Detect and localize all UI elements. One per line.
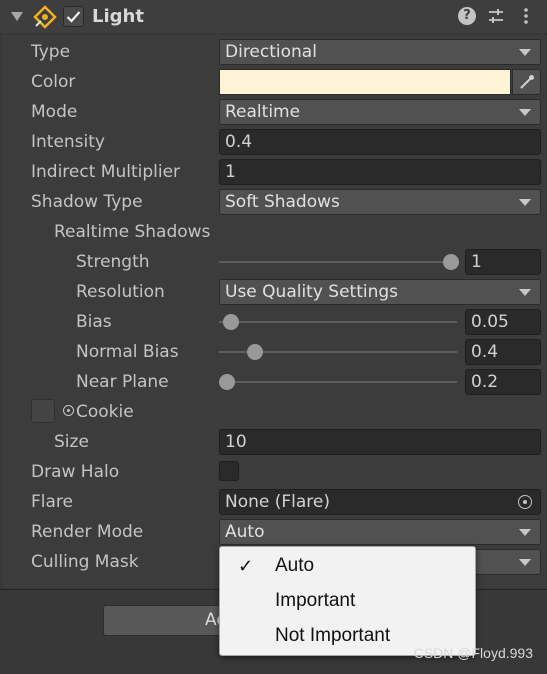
menu-item-auto[interactable]: ✓ Auto <box>220 549 475 583</box>
near-plane-slider-handle[interactable] <box>219 374 235 390</box>
render-mode-dropdown[interactable]: Auto <box>219 519 541 545</box>
draw-halo-label: Draw Halo <box>31 462 120 482</box>
near-plane-slider-track[interactable] <box>219 381 457 383</box>
object-picker-icon[interactable] <box>63 405 74 416</box>
strength-slider-track[interactable] <box>219 261 457 263</box>
type-dropdown[interactable]: Directional <box>219 39 541 65</box>
size-input[interactable]: 10 <box>219 429 541 455</box>
normal-bias-input[interactable]: 0.4 <box>465 339 541 365</box>
flare-label: Flare <box>31 492 73 512</box>
bias-slider-handle[interactable] <box>223 314 239 330</box>
bias-input[interactable]: 0.05 <box>465 309 541 335</box>
cookie-texture-slot[interactable] <box>31 399 55 423</box>
chevron-down-icon <box>519 559 531 566</box>
eyedropper-icon <box>520 75 534 89</box>
indirect-multiplier-input[interactable]: 1 <box>219 159 541 185</box>
mode-dropdown[interactable]: Realtime <box>219 99 541 125</box>
bias-slider-track[interactable] <box>219 321 457 323</box>
light-component-icon <box>33 5 57 29</box>
intensity-input[interactable]: 0.4 <box>219 129 541 155</box>
mode-label: Mode <box>31 102 78 122</box>
flare-object-field[interactable]: None (Flare) <box>219 489 541 515</box>
draw-halo-checkbox[interactable] <box>219 461 239 481</box>
bias-label: Bias <box>76 312 112 332</box>
type-value: Directional <box>225 42 317 62</box>
strength-label: Strength <box>76 252 150 272</box>
mode-value: Realtime <box>225 102 301 122</box>
type-label: Type <box>31 42 71 62</box>
chevron-down-icon <box>519 109 531 116</box>
eyedropper-button[interactable] <box>512 69 541 95</box>
checkmark-icon <box>66 11 81 23</box>
color-swatch[interactable] <box>219 69 511 95</box>
component-enabled-checkbox[interactable] <box>63 6 84 27</box>
chevron-down-icon <box>519 199 531 206</box>
near-plane-label: Near Plane <box>76 372 169 392</box>
resolution-value: Use Quality Settings <box>225 282 399 302</box>
render-mode-popup-menu: ✓ Auto Important Not Important <box>219 546 476 656</box>
render-mode-value: Auto <box>225 522 265 542</box>
preset-icon[interactable] <box>487 7 505 25</box>
size-label: Size <box>54 432 89 452</box>
indirect-multiplier-label: Indirect Multiplier <box>31 162 181 182</box>
component-header: Light ? <box>0 0 547 33</box>
render-mode-label: Render Mode <box>31 522 144 542</box>
component-title: Light <box>92 6 144 27</box>
color-label: Color <box>31 72 76 92</box>
flare-value: None (Flare) <box>225 492 331 512</box>
near-plane-input[interactable]: 0.2 <box>465 369 541 395</box>
resolution-label: Resolution <box>76 282 165 302</box>
menu-item-label: Important <box>275 590 356 611</box>
strength-input[interactable]: 1 <box>465 249 541 275</box>
intensity-label: Intensity <box>31 132 105 152</box>
shadow-type-value: Soft Shadows <box>225 192 340 212</box>
checkmark-icon: ✓ <box>238 556 254 576</box>
menu-item-important[interactable]: Important <box>220 584 475 618</box>
watermark: CSDN @Floyd.993 <box>413 645 533 661</box>
help-icon[interactable]: ? <box>458 7 476 25</box>
normal-bias-slider-handle[interactable] <box>247 344 263 360</box>
shadow-type-label: Shadow Type <box>31 192 143 212</box>
normal-bias-label: Normal Bias <box>76 342 179 362</box>
menu-item-label: Not Important <box>275 625 391 646</box>
chevron-down-icon <box>519 289 531 296</box>
cookie-label: Cookie <box>76 402 134 422</box>
shadow-type-dropdown[interactable]: Soft Shadows <box>219 189 541 215</box>
object-picker-icon[interactable] <box>518 495 532 509</box>
menu-item-label: Auto <box>275 555 315 576</box>
culling-mask-label: Culling Mask <box>31 552 139 572</box>
kebab-menu-icon[interactable] <box>519 7 533 25</box>
chevron-down-icon <box>519 529 531 536</box>
foldout-arrow-icon[interactable] <box>11 12 23 21</box>
strength-slider-handle[interactable] <box>443 254 459 270</box>
chevron-down-icon <box>519 49 531 56</box>
resolution-dropdown[interactable]: Use Quality Settings <box>219 279 541 305</box>
realtime-shadows-label: Realtime Shadows <box>54 222 211 242</box>
